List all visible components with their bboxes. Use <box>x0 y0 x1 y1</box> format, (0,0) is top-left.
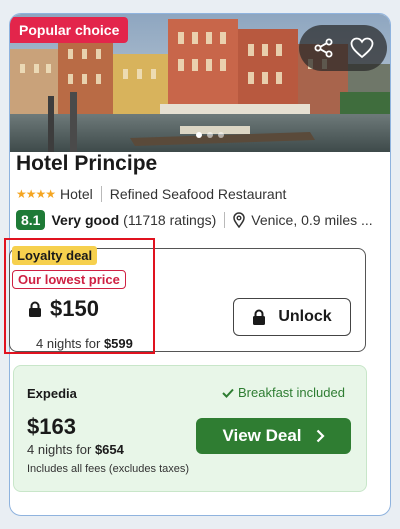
loyalty-price-value: $150 <box>50 296 99 321</box>
deal-nights-text: 4 nights for <box>27 442 95 457</box>
breakfast-included: Breakfast included <box>222 385 345 400</box>
deal-price: $163 <box>27 414 76 439</box>
heart-icon[interactable] <box>346 32 378 64</box>
location-text: Venice, 0.9 miles ... <box>251 212 373 228</box>
divider <box>100 186 102 202</box>
photo-actions <box>299 25 387 71</box>
chevron-right-icon <box>316 429 325 443</box>
hotel-meta: ★★★★ Hotel Refined Seafood Restaurant <box>16 186 286 202</box>
hotel-photo[interactable]: Popular choice <box>10 14 390 152</box>
deal-nights-total: 4 nights for $654 <box>27 442 124 457</box>
unlock-label: Unlock <box>278 308 332 325</box>
share-icon[interactable] <box>308 32 340 64</box>
loyalty-price: $150 <box>28 296 99 322</box>
popular-choice-badge: Popular choice <box>10 17 129 43</box>
unlock-button[interactable]: Unlock <box>233 298 351 336</box>
lock-icon <box>28 301 42 318</box>
gallery-dot[interactable] <box>196 132 202 138</box>
gallery-dots <box>196 132 224 138</box>
review-score-badge: 8.1 <box>16 210 46 230</box>
hotel-name[interactable]: Hotel Principe <box>16 152 157 176</box>
view-deal-label: View Deal <box>222 426 302 445</box>
gallery-dot[interactable] <box>218 132 224 138</box>
location-pin-icon <box>233 212 246 228</box>
deal-total: $654 <box>94 442 124 457</box>
loyalty-nights-text: 4 nights for <box>36 336 104 351</box>
amenity-label: Refined Seafood Restaurant <box>109 186 287 202</box>
lock-icon <box>252 309 266 326</box>
star-rating: ★★★★ <box>16 187 56 201</box>
divider <box>224 212 226 228</box>
loyalty-deal-tag: Loyalty deal <box>12 246 98 265</box>
provider-name: Expedia <box>27 386 77 401</box>
check-icon <box>222 388 234 398</box>
rating-label: Very good <box>51 212 120 228</box>
property-type: Hotel <box>60 186 93 202</box>
loyalty-total: $599 <box>103 336 133 351</box>
view-deal-button[interactable]: View Deal <box>196 418 351 454</box>
ratings-count[interactable]: (11718 ratings) <box>123 212 216 228</box>
fees-note: Includes all fees (excludes taxes) <box>27 463 190 475</box>
loyalty-nights-total: 4 nights for $599 <box>36 336 133 351</box>
rating-row: 8.1 Very good (11718 ratings) Venice, 0.… <box>16 210 373 230</box>
lowest-price-tag: Our lowest price <box>12 270 126 289</box>
breakfast-label: Breakfast included <box>238 385 345 400</box>
gallery-dot[interactable] <box>207 132 213 138</box>
